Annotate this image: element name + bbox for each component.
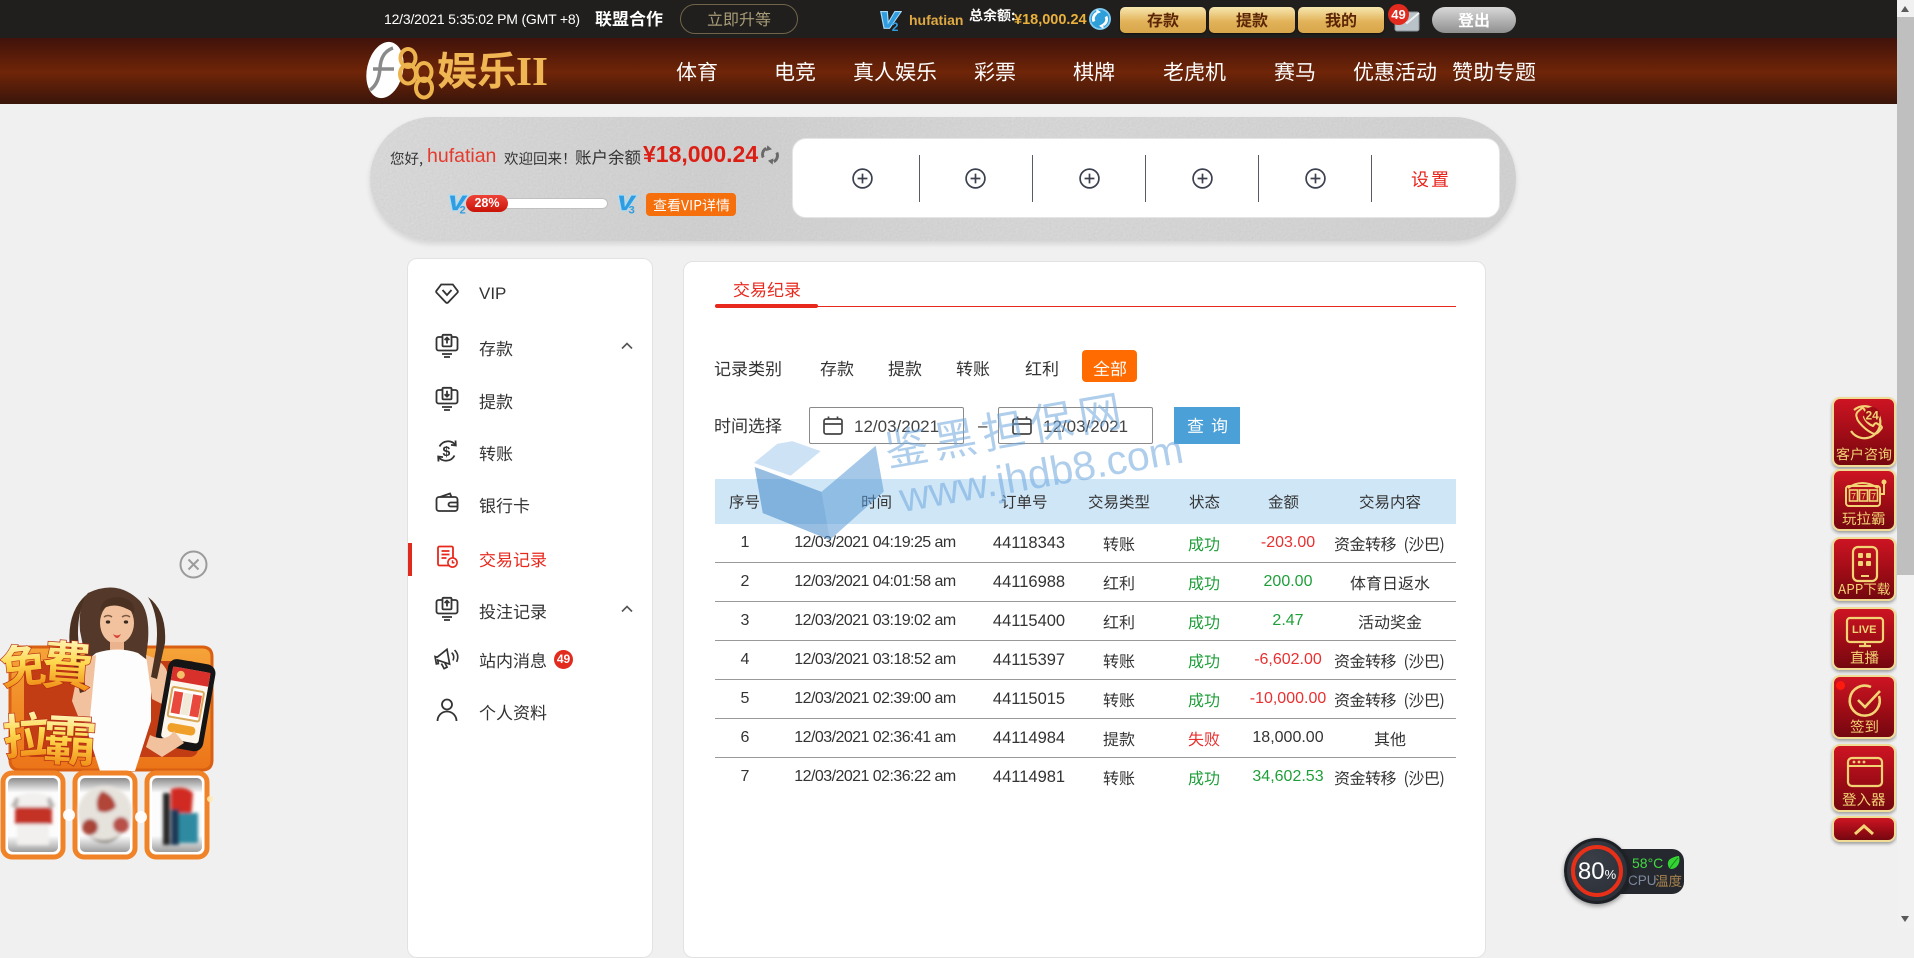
svg-text:3: 3 [628,204,634,215]
svg-text:7: 7 [1851,492,1856,502]
svg-text:7: 7 [1871,492,1876,502]
svg-text:2: 2 [459,204,465,215]
svg-text:24: 24 [1866,409,1880,423]
svg-text:2: 2 [892,20,899,33]
svg-text:LIVE: LIVE [1852,624,1876,636]
svg-text:7: 7 [1861,492,1866,502]
svg-text:$: $ [443,443,451,459]
